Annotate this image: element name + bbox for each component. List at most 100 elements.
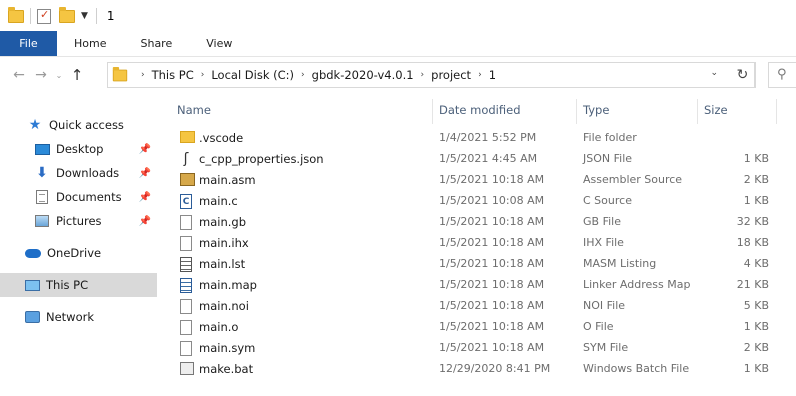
breadcrumb-separator-icon[interactable]: ›	[201, 70, 205, 80]
column-divider[interactable]	[432, 99, 433, 124]
breadcrumb-local-disk[interactable]: Local Disk (C:)	[211, 68, 294, 82]
column-header-name[interactable]: Name	[177, 99, 211, 121]
batch-file-icon	[180, 362, 194, 375]
column-divider[interactable]	[776, 99, 777, 124]
column-divider[interactable]	[576, 99, 577, 124]
properties-icon[interactable]	[37, 8, 53, 24]
file-row[interactable]: main.sym 1/5/2021 10:18 AM SYM File 2 KB	[175, 338, 775, 359]
nav-item-this-pc[interactable]: This PC	[0, 273, 157, 297]
file-type: MASM Listing	[583, 257, 657, 270]
file-row[interactable]: main.o 1/5/2021 10:18 AM O File 1 KB	[175, 317, 775, 338]
blank-file-icon	[180, 236, 192, 251]
file-type: JSON File	[583, 152, 633, 165]
file-row[interactable]: main.map 1/5/2021 10:18 AM Linker Addres…	[175, 275, 775, 296]
file-date: 1/5/2021 10:18 AM	[439, 236, 545, 249]
breadcrumb-separator-icon[interactable]: ›	[478, 70, 482, 80]
file-name: c_cpp_properties.json	[199, 152, 324, 166]
nav-item-onedrive[interactable]: OneDrive	[0, 241, 157, 265]
back-arrow-icon[interactable]: ←	[8, 67, 30, 83]
download-arrow-icon: ⬇	[36, 165, 48, 181]
tab-home[interactable]: Home	[57, 31, 123, 56]
recent-locations-dropdown-icon[interactable]: ⌄	[52, 71, 66, 80]
file-date: 1/5/2021 10:18 AM	[439, 299, 545, 312]
column-header-date[interactable]: Date modified	[439, 99, 521, 121]
title-bar: ▼ 1	[0, 0, 796, 31]
breadcrumb-separator-icon[interactable]: ›	[141, 70, 145, 80]
column-divider[interactable]	[697, 99, 698, 124]
new-folder-icon[interactable]	[59, 6, 75, 24]
file-row[interactable]: ʃ c_cpp_properties.json 1/5/2021 4:45 AM…	[175, 149, 775, 170]
nav-item-network[interactable]: Network	[0, 305, 157, 329]
breadcrumb-separator-icon[interactable]: ›	[421, 70, 425, 80]
tab-file[interactable]: File	[0, 31, 57, 56]
file-date: 1/4/2021 5:52 PM	[439, 131, 537, 144]
file-row[interactable]: main.gb 1/5/2021 10:18 AM GB File 32 KB	[175, 212, 775, 233]
blank-file-icon	[180, 320, 192, 335]
file-row[interactable]: .vscode 1/4/2021 5:52 PM File folder	[175, 128, 775, 149]
nav-label: Documents	[56, 190, 122, 204]
quick-access-toolbar-dropdown[interactable]: ▼	[81, 11, 88, 21]
search-icon: ⚲	[777, 67, 787, 82]
file-size: 1 KB	[743, 362, 769, 375]
file-date: 1/5/2021 10:18 AM	[439, 173, 545, 186]
search-input[interactable]: ⚲	[768, 62, 796, 88]
file-name: main.noi	[199, 299, 249, 313]
tab-view[interactable]: View	[189, 31, 249, 56]
file-row[interactable]: main.lst 1/5/2021 10:18 AM MASM Listing …	[175, 254, 775, 275]
column-header-type[interactable]: Type	[583, 99, 609, 121]
folder-icon	[180, 131, 195, 143]
file-row[interactable]: C main.c 1/5/2021 10:08 AM C Source 1 KB	[175, 191, 775, 212]
nav-item-downloads[interactable]: ⬇ Downloads 📌	[0, 161, 157, 185]
breadcrumb-gbdk[interactable]: gbdk-2020-v4.0.1	[312, 68, 414, 82]
file-date: 1/5/2021 10:18 AM	[439, 320, 545, 333]
file-date: 1/5/2021 4:45 AM	[439, 152, 538, 165]
file-date: 12/29/2020 8:41 PM	[439, 362, 551, 375]
file-row[interactable]: main.asm 1/5/2021 10:18 AM Assembler Sou…	[175, 170, 775, 191]
file-type: Assembler Source	[583, 173, 683, 186]
breadcrumb-separator-icon[interactable]: ›	[301, 70, 305, 80]
file-type: NOI File	[583, 299, 626, 312]
folder-icon	[8, 6, 24, 24]
file-size: 5 KB	[743, 299, 769, 312]
desktop-icon	[34, 143, 50, 155]
file-size: 1 KB	[743, 152, 769, 165]
up-arrow-icon[interactable]: ↑	[66, 66, 88, 84]
nav-item-quick-access[interactable]: ★ Quick access	[0, 113, 157, 137]
file-type: O File	[583, 320, 614, 333]
breadcrumb-this-pc[interactable]: This PC	[152, 68, 194, 82]
file-type: Linker Address Map	[583, 278, 691, 291]
c-source-icon: C	[180, 194, 192, 209]
file-name: main.sym	[199, 341, 256, 355]
file-date: 1/5/2021 10:18 AM	[439, 215, 545, 228]
file-size: 18 KB	[736, 236, 769, 249]
json-file-icon: ʃ	[183, 151, 189, 167]
file-row[interactable]: main.noi 1/5/2021 10:18 AM NOI File 5 KB	[175, 296, 775, 317]
column-header-size[interactable]: Size	[704, 99, 728, 121]
address-bar[interactable]: › This PC › Local Disk (C:) › gbdk-2020-…	[107, 62, 755, 88]
breadcrumb-current[interactable]: 1	[489, 68, 496, 82]
address-dropdown-icon[interactable]: ⌄	[710, 68, 718, 78]
pin-icon[interactable]: 📌	[139, 216, 151, 227]
file-type: C Source	[583, 194, 632, 207]
nav-item-pictures[interactable]: Pictures 📌	[0, 209, 157, 233]
pin-icon[interactable]: 📌	[139, 192, 151, 203]
divider	[30, 7, 31, 24]
file-row[interactable]: main.ihx 1/5/2021 10:18 AM IHX File 18 K…	[175, 233, 775, 254]
network-icon	[24, 311, 40, 323]
file-size: 4 KB	[743, 257, 769, 270]
pin-icon[interactable]: 📌	[139, 144, 151, 155]
nav-item-desktop[interactable]: Desktop 📌	[0, 137, 157, 161]
folder-icon	[112, 66, 128, 81]
ribbon-tabs: File Home Share View	[0, 31, 796, 57]
file-name: main.map	[199, 278, 257, 292]
pin-icon[interactable]: 📌	[139, 168, 151, 179]
nav-label: Downloads	[56, 166, 120, 180]
file-row[interactable]: make.bat 12/29/2020 8:41 PM Windows Batc…	[175, 359, 775, 380]
breadcrumb-project[interactable]: project	[431, 68, 471, 82]
tab-share[interactable]: Share	[123, 31, 189, 56]
computer-icon	[24, 279, 40, 291]
refresh-icon[interactable]: ↻	[730, 62, 756, 88]
nav-item-documents[interactable]: Documents 📌	[0, 185, 157, 209]
forward-arrow-icon[interactable]: →	[30, 67, 52, 83]
file-name: main.ihx	[199, 236, 249, 250]
